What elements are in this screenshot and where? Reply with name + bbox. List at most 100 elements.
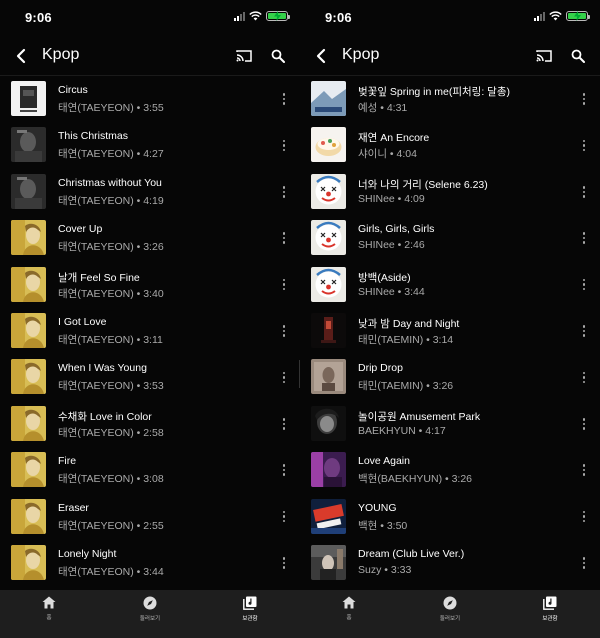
song-row[interactable]: Drip Drop 태민(TAEMIN) • 3:26	[300, 356, 600, 402]
more-options-button[interactable]	[278, 506, 290, 528]
header-divider	[0, 75, 300, 76]
signal-icon	[534, 11, 545, 21]
more-options-button[interactable]	[278, 552, 290, 574]
search-button[interactable]	[566, 44, 590, 68]
more-options-button[interactable]	[278, 274, 290, 296]
more-options-button[interactable]	[278, 366, 290, 388]
right-screen: 9:06 Kpop 벚꽃잎 Spring in me(피처링: 달총) 예성 • …	[300, 0, 600, 638]
more-options-button[interactable]	[278, 227, 290, 249]
more-options-button[interactable]	[278, 459, 290, 481]
more-vertical-icon	[282, 325, 286, 328]
song-title: This Christmas	[58, 130, 129, 143]
song-row[interactable]: Eraser 태연(TAEYEON) • 2:55	[0, 496, 300, 542]
song-title: Fire	[58, 455, 77, 468]
song-title: 날개 Feel So Fine	[58, 271, 140, 284]
back-arrow-icon	[316, 48, 326, 64]
bottom-nav: 홈 둘러보기 보관함	[0, 590, 300, 638]
album-art	[11, 220, 46, 256]
more-vertical-icon	[282, 195, 286, 198]
song-row[interactable]: 벚꽃잎 Spring in me(피처링: 달총) 예성 • 4:31	[300, 78, 600, 124]
nav-explore-label: 둘러보기	[439, 616, 461, 622]
song-row[interactable]: When I Was Young 태연(TAEYEON) • 3:53	[0, 356, 300, 402]
song-row[interactable]: YOUNG 백현 • 3:50	[300, 496, 600, 542]
song-row[interactable]: Christmas without You 태연(TAEYEON) • 4:19	[0, 171, 300, 217]
song-row[interactable]: Girls, Girls, Girls SHINee • 2:46	[300, 217, 600, 263]
more-vertical-icon	[582, 380, 586, 384]
song-row[interactable]: 낮과 밤 Day and Night 태민(TAEMIN) • 3:14	[300, 310, 600, 356]
song-subtitle: 태연(TAEYEON) • 3:55	[58, 102, 164, 114]
song-row[interactable]: Fire 태연(TAEYEON) • 3:08	[0, 449, 300, 495]
more-vertical-icon	[282, 278, 286, 282]
back-button[interactable]	[308, 42, 334, 70]
song-title: Love Again	[358, 455, 410, 468]
more-options-button[interactable]	[578, 413, 590, 435]
song-row[interactable]: This Christmas 태연(TAEYEON) • 4:27	[0, 124, 300, 170]
album-art	[311, 498, 346, 534]
more-options-button[interactable]	[578, 366, 590, 388]
search-icon	[571, 49, 585, 63]
more-options-button[interactable]	[278, 320, 290, 342]
cast-button[interactable]	[232, 44, 256, 68]
nav-home[interactable]: 홈	[319, 596, 379, 621]
album-art	[11, 359, 46, 395]
home-icon	[42, 596, 56, 609]
song-row[interactable]: Cover Up 태연(TAEYEON) • 3:26	[0, 217, 300, 263]
song-row[interactable]: Lonely Night 태연(TAEYEON) • 3:44	[0, 542, 300, 588]
more-options-button[interactable]	[278, 88, 290, 110]
more-vertical-icon	[282, 283, 286, 286]
more-options-button[interactable]	[278, 134, 290, 156]
nav-library[interactable]: 보관함	[220, 596, 280, 622]
song-row[interactable]: 놀이공원 Amusement Park BAEKHYUN • 4:17	[300, 403, 600, 449]
more-options-button[interactable]	[578, 181, 590, 203]
nav-library[interactable]: 보관함	[520, 596, 580, 622]
song-subtitle: 태연(TAEYEON) • 3:11	[58, 334, 163, 346]
song-subtitle: 태연(TAEYEON) • 2:58	[58, 426, 164, 439]
album-art	[311, 359, 346, 395]
more-options-button[interactable]	[278, 181, 290, 203]
song-subtitle: 태연(TAEYEON) • 4:27	[58, 148, 164, 161]
nav-explore[interactable]: 둘러보기	[420, 596, 480, 622]
more-vertical-icon	[582, 329, 586, 333]
more-vertical-icon	[282, 102, 286, 105]
song-row[interactable]: 너와 나의 거리 (Selene 6.23) SHINee • 4:09	[300, 171, 600, 217]
nav-home[interactable]: 홈	[19, 596, 79, 621]
song-row[interactable]: 수채화 Love in Color 태연(TAEYEON) • 2:58	[0, 403, 300, 449]
song-row[interactable]: Circus 태연(TAEYEON) • 3:55	[0, 78, 300, 124]
album-art	[311, 405, 346, 441]
more-vertical-icon	[582, 325, 586, 328]
more-options-button[interactable]	[578, 88, 590, 110]
more-options-button[interactable]	[578, 320, 590, 342]
more-options-button[interactable]	[578, 459, 590, 481]
more-vertical-icon	[582, 418, 586, 421]
cast-button[interactable]	[532, 44, 556, 68]
more-vertical-icon	[282, 148, 286, 152]
more-options-button[interactable]	[578, 274, 590, 296]
song-title: 낮과 밤 Day and Night	[358, 318, 460, 330]
song-row[interactable]: 재연 An Encore 샤이니 • 4:04	[300, 124, 600, 170]
more-options-button[interactable]	[578, 506, 590, 528]
more-vertical-icon	[582, 473, 586, 476]
song-row[interactable]: Love Again 백현(BAEKHYUN) • 3:26	[300, 449, 600, 495]
song-row[interactable]: Dream (Club Live Ver.) Suzy • 3:33	[300, 542, 600, 588]
song-title: 수채화 Love in Color	[58, 410, 152, 423]
more-options-button[interactable]	[278, 413, 290, 435]
back-button[interactable]	[8, 42, 34, 70]
more-vertical-icon	[582, 278, 586, 282]
more-options-button[interactable]	[578, 552, 590, 574]
more-options-button[interactable]	[578, 227, 590, 249]
more-options-button[interactable]	[578, 134, 590, 156]
more-vertical-icon	[282, 93, 286, 96]
search-button[interactable]	[266, 44, 290, 68]
more-vertical-icon	[282, 510, 286, 514]
battery-icon	[266, 11, 290, 21]
status-bar: 9:06	[300, 0, 600, 34]
more-vertical-icon	[582, 144, 586, 147]
album-art	[311, 81, 346, 116]
wifi-icon	[249, 11, 262, 21]
song-row[interactable]: 방백(Aside) SHINee • 3:44	[300, 264, 600, 310]
song-row[interactable]: 날개 Feel So Fine 태연(TAEYEON) • 3:40	[0, 264, 300, 310]
nav-home-label: 홈	[46, 615, 52, 621]
album-art	[311, 220, 346, 256]
song-row[interactable]: I Got Love 태연(TAEYEON) • 3:11	[0, 310, 300, 356]
nav-explore[interactable]: 둘러보기	[120, 596, 180, 622]
